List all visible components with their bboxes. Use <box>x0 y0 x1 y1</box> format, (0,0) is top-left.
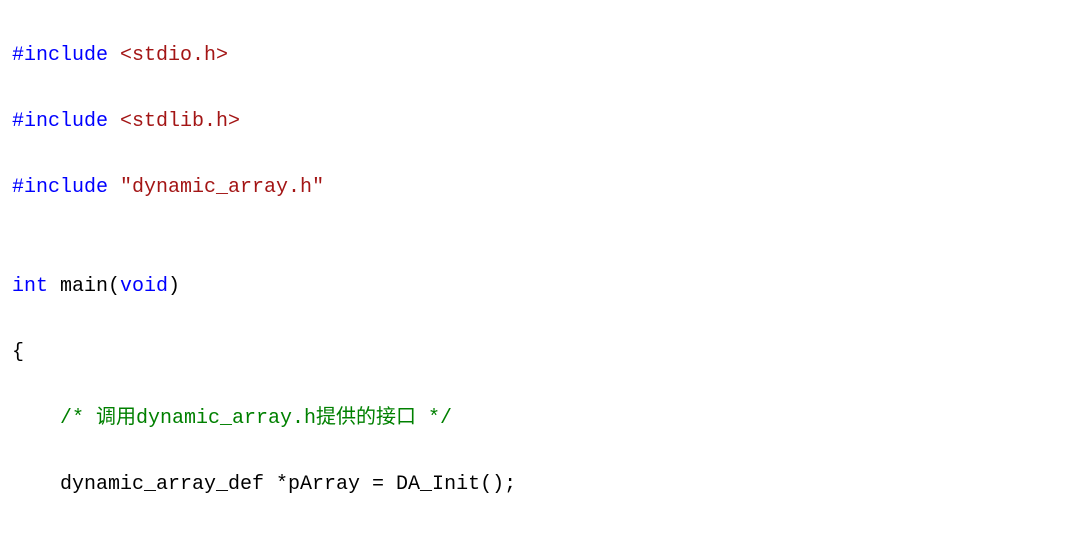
keyword-include: #include <box>12 44 108 67</box>
code-line: /* 调用dynamic_array.h提供的接口 */ <box>12 402 1068 435</box>
comment: /* 调用dynamic_array.h提供的接口 */ <box>12 402 452 435</box>
header-dynamic-array: "dynamic_array.h" <box>120 176 324 199</box>
keyword-include: #include <box>12 110 108 133</box>
code-line: #include <stdio.h> <box>12 39 1068 72</box>
stmt-init: dynamic_array_def *pArray = DA_Init(); <box>12 468 516 501</box>
code-snippet: #include <stdio.h> #include <stdlib.h> #… <box>0 0 1080 537</box>
code-line: #include "dynamic_array.h" <box>12 171 1068 204</box>
func-main-close: ) <box>168 275 180 298</box>
brace-open: { <box>12 336 1068 369</box>
header-stdlib: <stdlib.h> <box>120 110 240 133</box>
keyword-int: int <box>12 275 48 298</box>
code-line: dynamic_array_def *pArray = DA_Init(); <box>12 468 1068 501</box>
header-stdio: <stdio.h> <box>120 44 228 67</box>
keyword-void: void <box>120 275 168 298</box>
code-line: #include <stdlib.h> <box>12 105 1068 138</box>
code-line: int main(void) <box>12 270 1068 303</box>
keyword-include: #include <box>12 176 108 199</box>
func-main-open: main( <box>48 275 120 298</box>
